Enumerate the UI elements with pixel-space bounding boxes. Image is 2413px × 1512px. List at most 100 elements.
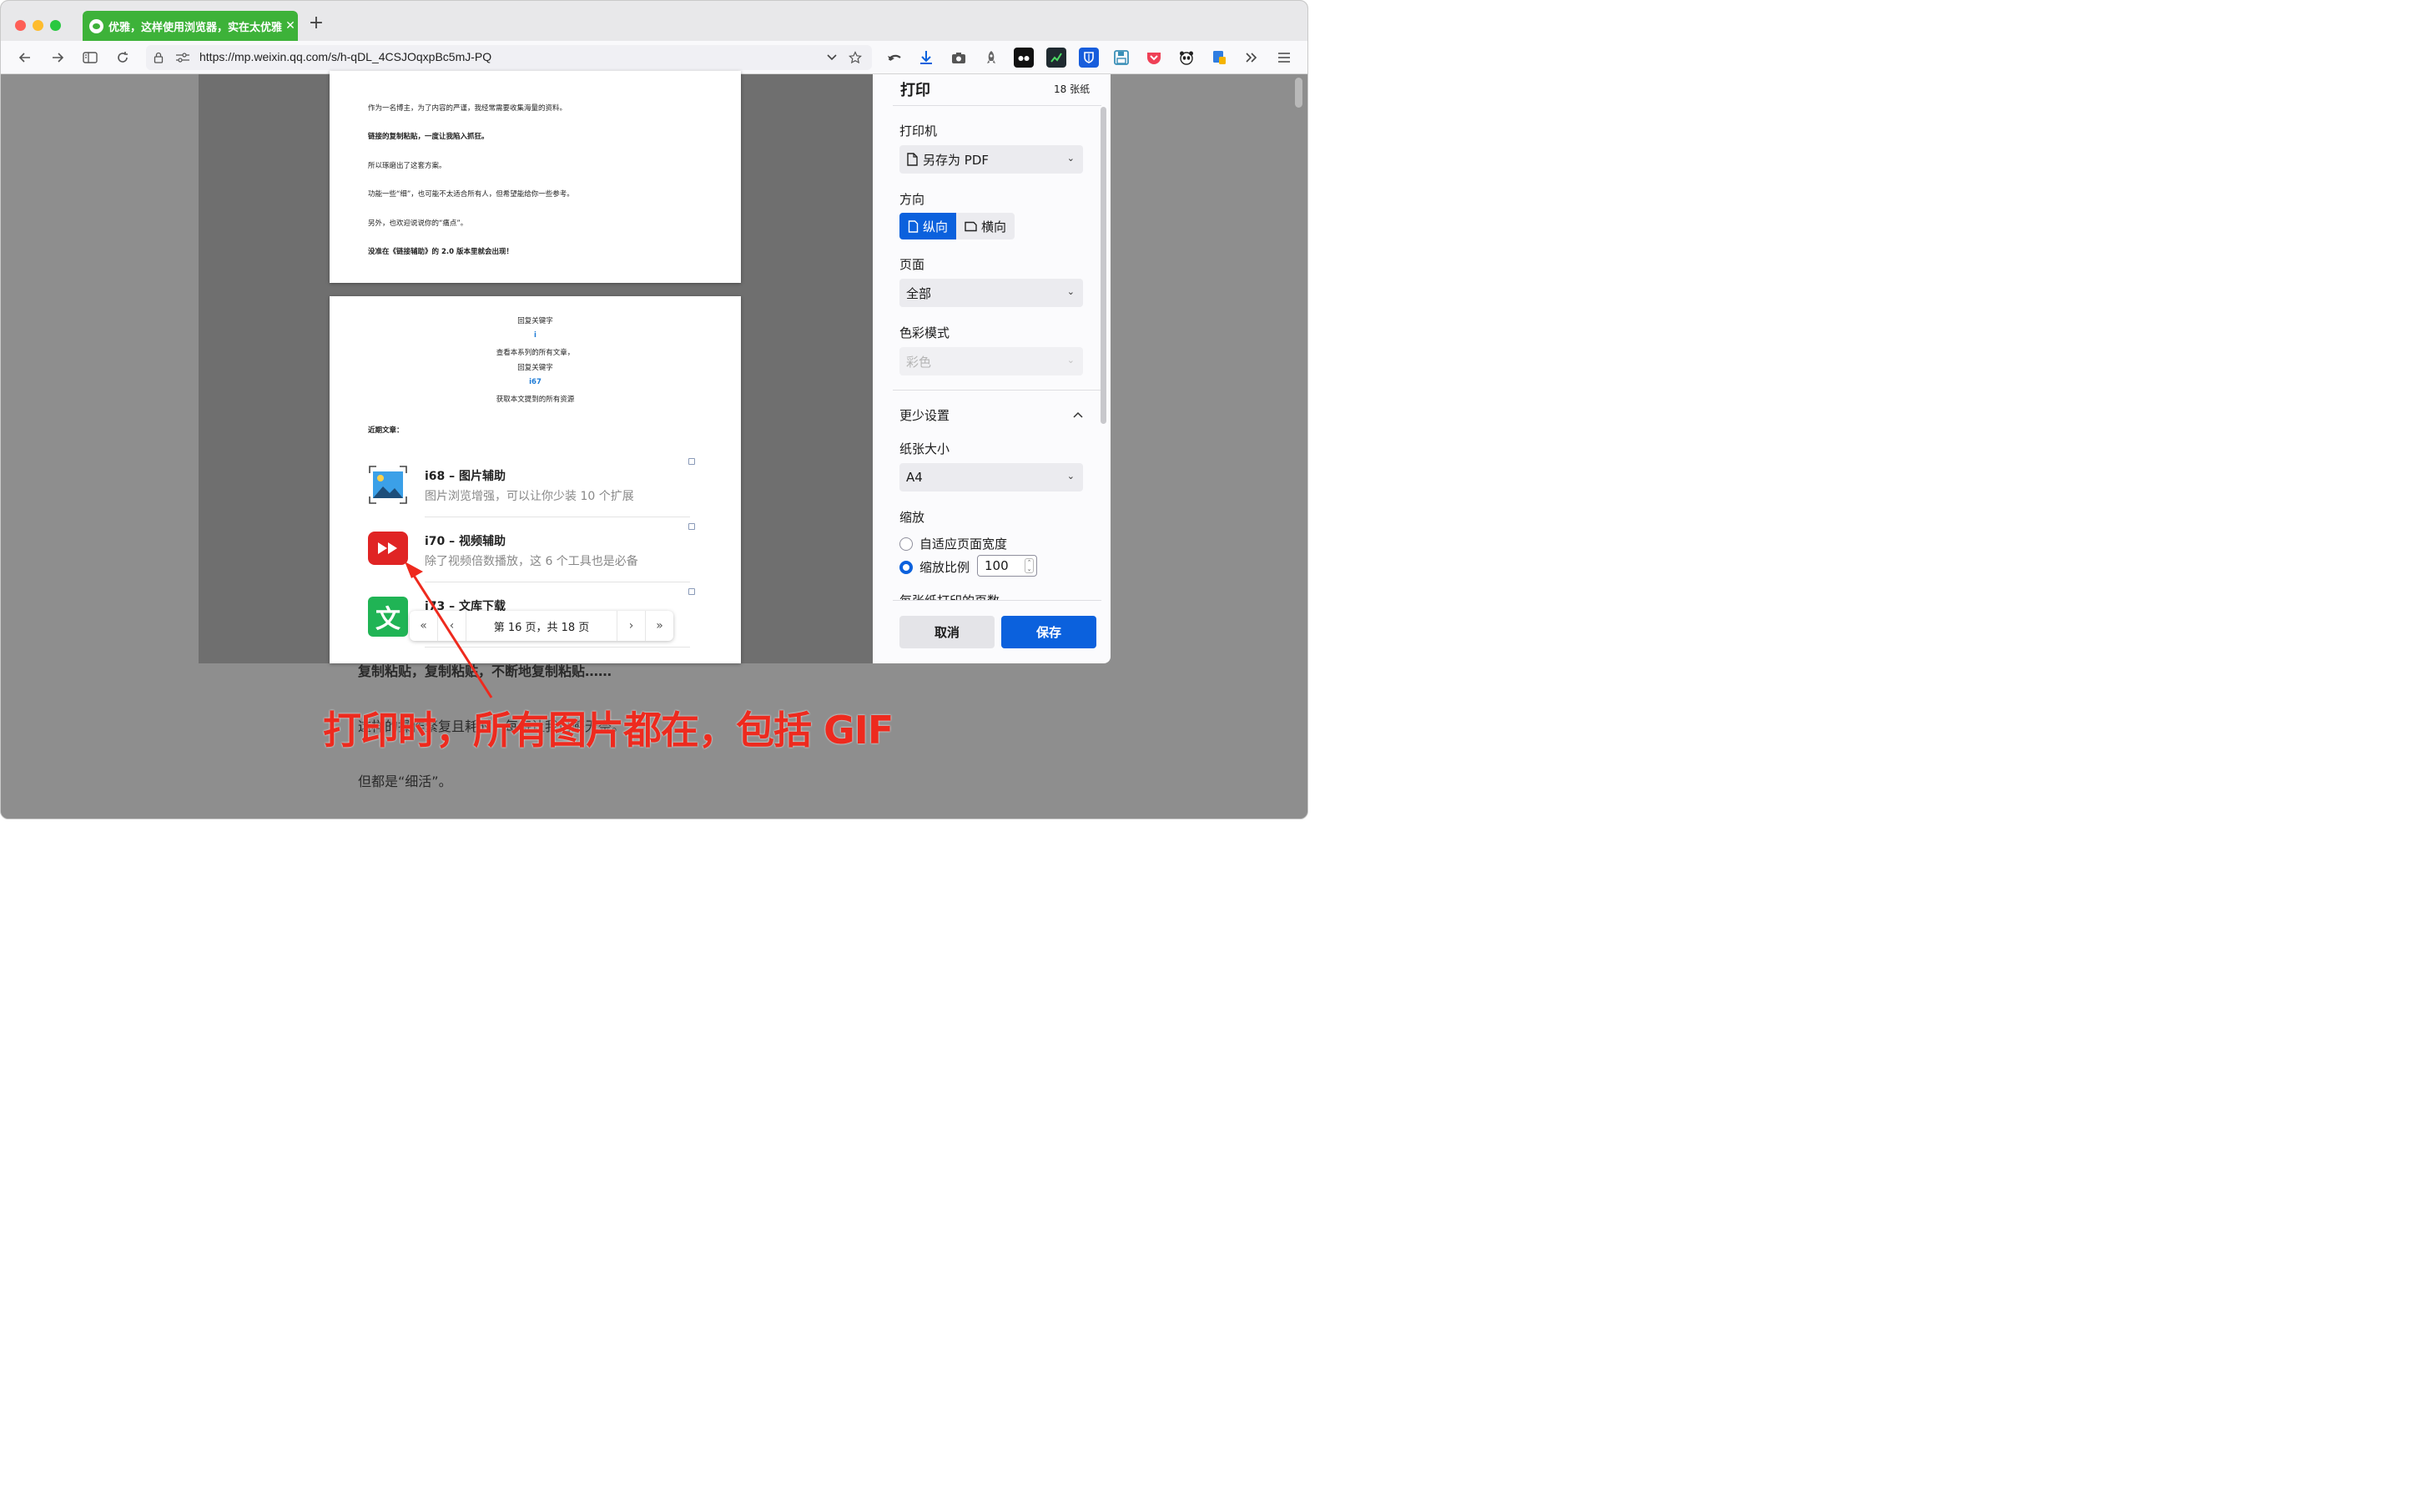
reply-keyword-i: i — [534, 331, 537, 340]
rocket-extension-icon[interactable] — [981, 48, 1001, 68]
scale-input[interactable]: 100 ⌃ ⌄ — [977, 555, 1037, 577]
save-disk-icon[interactable] — [1111, 48, 1131, 68]
chevron-down-icon: ⌄ — [1066, 286, 1075, 297]
zoom-window-button[interactable] — [50, 20, 61, 31]
external-link-icon — [688, 588, 695, 595]
printer-select[interactable]: 另存为 PDF ⌄ — [899, 145, 1083, 174]
article-title: i70 – 视频辅助 — [425, 535, 506, 548]
overflow-chevron-icon[interactable] — [1242, 48, 1262, 68]
wechat-icon — [89, 18, 103, 33]
scale-percent-label: 缩放比例 — [919, 560, 970, 575]
scale-stepper[interactable]: ⌃ ⌄ — [1025, 558, 1034, 573]
preview-page-16: 回复关键字 i 查看本系列的所有文章， 回复关键字 i67 获取本文提到的所有资… — [330, 296, 741, 663]
reply-line-1: 回复关键字 — [517, 317, 553, 325]
pocket-icon[interactable] — [1144, 48, 1164, 68]
fit-width-radio[interactable]: 自适应页面宽度 — [899, 535, 1007, 552]
footer-divider — [893, 600, 1101, 601]
fewer-settings-toggle[interactable]: 更少设置 — [899, 406, 950, 424]
chevron-down-icon[interactable] — [822, 48, 842, 68]
printer-label: 打印机 — [899, 123, 938, 139]
external-link-icon — [688, 523, 695, 530]
pages-per-sheet-label: 每张纸打印的页数 — [899, 592, 1000, 600]
background-line-3: 但都是“细活”。 — [358, 774, 452, 789]
undo-close-tab-icon[interactable] — [884, 48, 904, 68]
arrow-right-icon — [53, 53, 64, 63]
chevron-down-icon: ⌄ — [1066, 355, 1075, 365]
reload-icon — [118, 52, 128, 63]
section-divider — [893, 390, 1101, 391]
landscape-icon — [965, 221, 977, 231]
preview-page-15: 作为一名博主，为了内容的严谨，我经常需要收集海量的资料。 链接的复制粘贴，一度让… — [330, 71, 741, 283]
landscape-label: 横向 — [981, 219, 1007, 234]
translate-extension-icon[interactable] — [1209, 48, 1229, 68]
paper-size-value: A4 — [906, 470, 923, 485]
minimize-window-button[interactable] — [33, 20, 43, 31]
fit-width-label: 自适应页面宽度 — [919, 537, 1008, 552]
document-icon — [907, 153, 918, 166]
reply-line-4: 回复关键字 — [517, 364, 553, 372]
next-page-button[interactable]: › — [617, 611, 645, 641]
bitwarden-shield-icon[interactable] — [1079, 48, 1099, 68]
download-icon[interactable] — [916, 48, 936, 68]
scale-value: 100 — [985, 558, 1009, 573]
settings-scrollbar[interactable] — [1101, 107, 1106, 424]
reply-line-3: 查看本系列的所有文章， — [496, 349, 575, 357]
sidebar-button[interactable] — [80, 48, 100, 68]
portrait-label: 纵向 — [923, 219, 949, 234]
pages-select[interactable]: 全部 ⌄ — [899, 279, 1083, 307]
header-divider — [893, 105, 1101, 106]
new-tab-button[interactable]: + — [306, 13, 326, 33]
portrait-icon — [908, 219, 919, 233]
save-button[interactable]: 保存 — [1001, 616, 1096, 648]
browser-window: 优雅，这样使用浏览器，实在太优雅了 ✕ + https://mp.weixin.… — [0, 0, 1308, 819]
article-item[interactable]: i68 – 图片辅助 图片浏览增强，可以让你少装 10 个扩展 — [368, 458, 695, 517]
page1-line-4: 功能一些“细”，也可能不太适合所有人，但希望能给你一些参考。 — [368, 190, 574, 199]
forward-button[interactable] — [48, 48, 68, 68]
close-window-button[interactable] — [15, 20, 26, 31]
portrait-button[interactable]: 纵向 — [899, 213, 957, 239]
chevron-down-icon: ⌄ — [1066, 153, 1075, 164]
cancel-button[interactable]: 取消 — [899, 616, 995, 648]
tampermonkey-extension-icon[interactable] — [1014, 48, 1034, 68]
chevron-up-icon[interactable] — [1073, 409, 1083, 421]
pages-value: 全部 — [906, 285, 932, 301]
permissions-icon[interactable] — [173, 48, 193, 68]
printer-value: 另存为 PDF — [923, 152, 989, 168]
page1-line-1: 作为一名博主，为了内容的严谨，我经常需要收集海量的资料。 — [368, 104, 567, 113]
lock-icon[interactable] — [149, 48, 169, 68]
page1-line-3: 所以琢磨出了这套方案。 — [368, 162, 446, 170]
pages-label: 页面 — [899, 257, 925, 272]
url-bar[interactable]: https://mp.weixin.qq.com/s/h-qDL_4CSJOqx… — [146, 45, 872, 70]
paper-size-select[interactable]: A4 ⌄ — [899, 463, 1083, 491]
reply-line-6: 获取本文提到的所有资源 — [496, 396, 575, 404]
tab-close-button[interactable]: ✕ — [283, 19, 298, 33]
orientation-toggle: 纵向 横向 — [899, 213, 1015, 239]
back-button[interactable] — [15, 48, 35, 68]
scale-percent-radio[interactable]: 缩放比例 — [899, 558, 970, 576]
landscape-button[interactable]: 横向 — [956, 213, 1015, 239]
chevron-down-icon: ⌄ — [1066, 471, 1075, 481]
sheet-count: 18 张纸 — [1054, 83, 1091, 95]
reload-button[interactable] — [113, 48, 133, 68]
chart-extension-icon[interactable] — [1046, 48, 1066, 68]
menu-hamburger-icon[interactable] — [1274, 48, 1294, 68]
page1-line-6: 没准在《链接辅助》的 2.0 版本里就会出现！ — [368, 248, 513, 256]
page1-line-2: 链接的复制粘贴，一度让我陷入抓狂。 — [368, 133, 489, 141]
url-text: https://mp.weixin.qq.com/s/h-qDL_4CSJOqx… — [199, 50, 492, 63]
page-scrollbar[interactable] — [1295, 78, 1302, 108]
bookmark-star-icon[interactable] — [845, 48, 865, 68]
navigation-toolbar: https://mp.weixin.qq.com/s/h-qDL_4CSJOqx… — [1, 41, 1307, 74]
radio-unchecked — [899, 537, 913, 551]
panda-extension-icon[interactable] — [1176, 48, 1196, 68]
tab-active[interactable]: 优雅，这样使用浏览器，实在太优雅了 ✕ — [83, 11, 298, 41]
color-mode-select[interactable]: 彩色 ⌄ — [899, 347, 1083, 375]
sidebar-icon — [83, 52, 98, 63]
color-mode-label: 色彩模式 — [899, 325, 950, 340]
last-page-button[interactable]: » — [645, 611, 673, 641]
arrow-left-icon — [18, 53, 30, 63]
scale-label: 缩放 — [899, 510, 925, 525]
article-desc: 图片浏览增强，可以让你少装 10 个扩展 — [425, 490, 634, 503]
external-link-icon — [688, 458, 695, 465]
tab-title: 优雅，这样使用浏览器，实在太优雅了 — [108, 21, 283, 34]
screenshot-camera-icon[interactable] — [949, 48, 969, 68]
